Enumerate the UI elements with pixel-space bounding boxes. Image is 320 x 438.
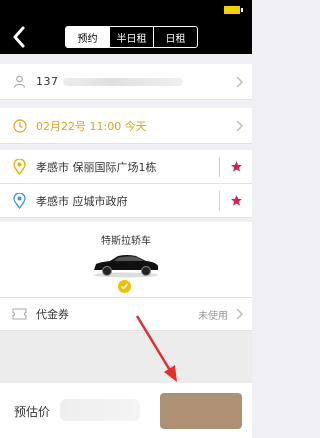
- confirm-order-button[interactable]: [160, 393, 242, 429]
- destination-value: 孝感市 应城市政府: [36, 194, 128, 208]
- status-bar: [0, 0, 252, 20]
- start-location-row[interactable]: 孝感市 保丽国际广场1栋: [0, 150, 252, 184]
- chevron-right-icon: [232, 75, 246, 89]
- nav-bar: 预约 半日租 日租: [0, 20, 252, 54]
- tab-half-day[interactable]: 半日租: [110, 27, 154, 47]
- rental-mode-tabs: 预约 半日租 日租: [65, 26, 198, 48]
- tab-booking[interactable]: 预约: [66, 27, 110, 47]
- car-image: [94, 255, 158, 278]
- destination-row[interactable]: 孝感市 应城市政府: [0, 184, 252, 218]
- phone-value: 137: [36, 75, 232, 88]
- start-location-value: 孝感市 保丽国际广场1栋: [36, 160, 157, 174]
- chevron-right-icon: [232, 119, 246, 133]
- phone-row[interactable]: 137: [0, 64, 252, 100]
- estimate-label: 预估价: [14, 405, 51, 419]
- row-divider: [219, 190, 220, 211]
- pickup-time-value: 02月22号 11:00 今天: [36, 119, 147, 133]
- tab-full-day[interactable]: 日租: [154, 27, 197, 47]
- coupon-label: 代金券: [36, 308, 69, 321]
- selected-check-icon: [118, 280, 131, 293]
- bottom-bar: 预估价: [0, 383, 252, 438]
- chevron-right-icon: [232, 307, 246, 321]
- coupon-row[interactable]: 代金券 未使用: [0, 298, 252, 331]
- estimate-price-blurred: [60, 399, 140, 421]
- row-divider: [219, 156, 220, 177]
- spacer: [0, 331, 252, 383]
- person-icon: [12, 74, 27, 89]
- location-pin-blue-icon: [12, 192, 27, 209]
- pickup-time-row[interactable]: 02月22号 11:00 今天: [0, 108, 252, 144]
- favorite-star-icon[interactable]: [228, 193, 244, 209]
- coupon-status: 未使用: [198, 310, 228, 322]
- masked-phone-digits: [62, 78, 183, 86]
- battery-level: [224, 6, 240, 14]
- clock-icon: [12, 118, 27, 133]
- favorite-star-icon[interactable]: [228, 159, 244, 175]
- back-chevron-icon[interactable]: [6, 22, 32, 52]
- ticket-icon: [12, 307, 27, 322]
- car-name: 特斯拉轿车: [101, 236, 151, 247]
- location-pin-yellow-icon: [12, 158, 27, 175]
- battery-icon: [224, 6, 243, 14]
